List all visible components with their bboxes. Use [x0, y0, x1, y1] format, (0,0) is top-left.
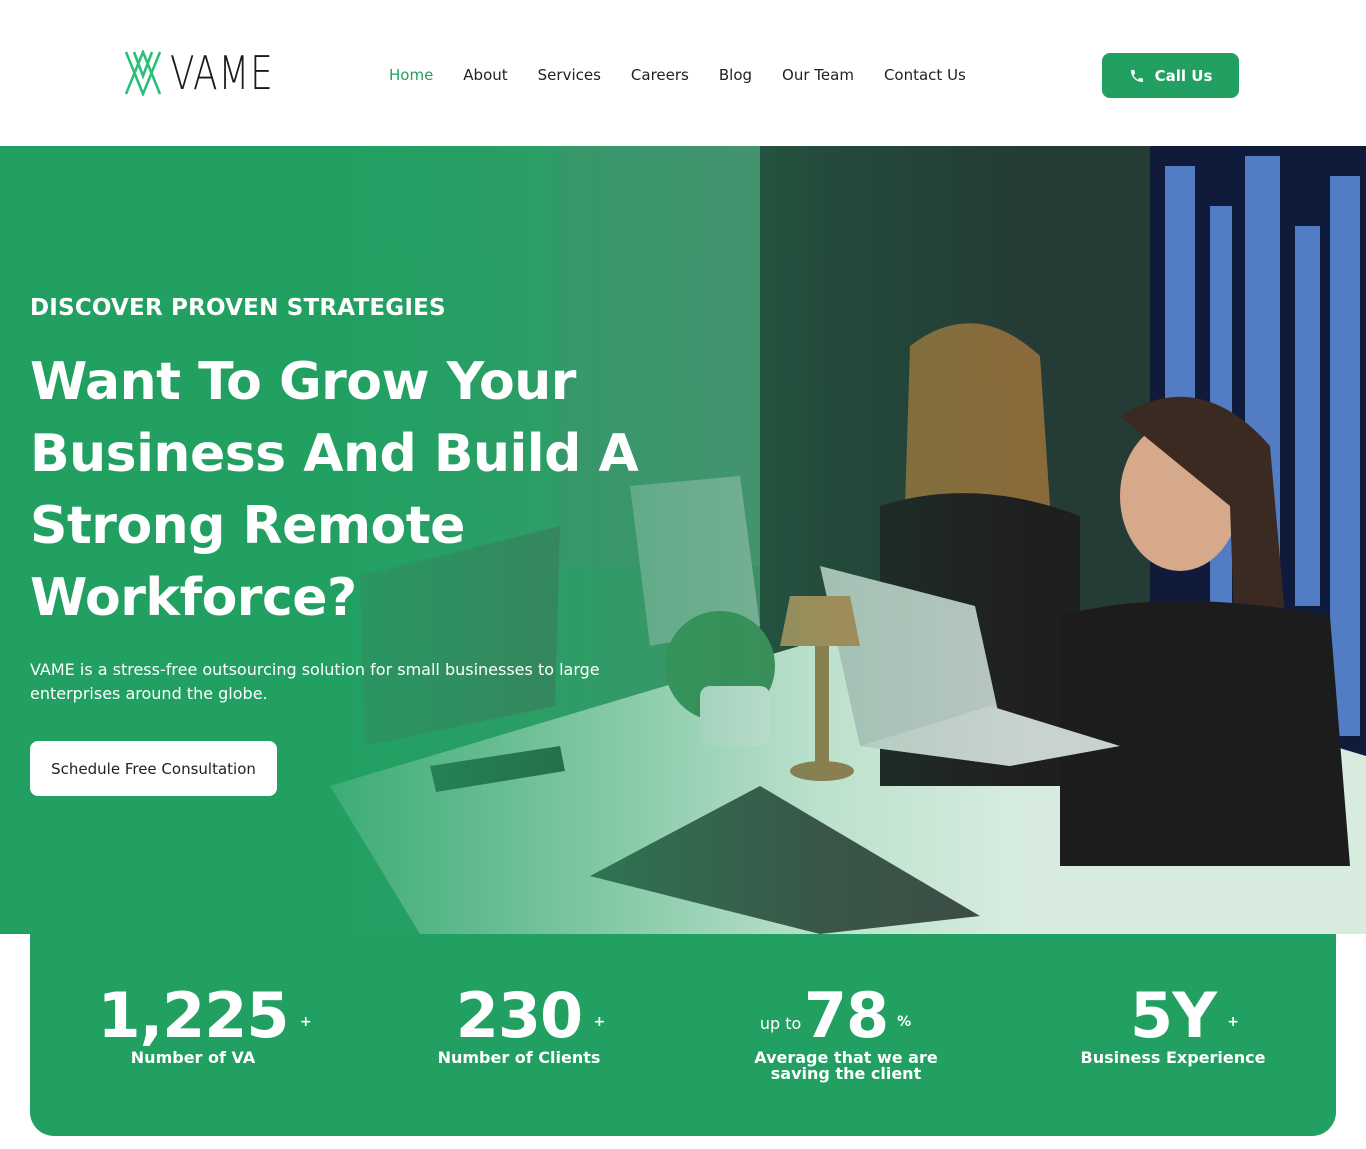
stat-value-number: 5Y	[1129, 979, 1217, 1052]
stat-value: 5Y +	[1129, 979, 1239, 1052]
site-header: VAME Home About Services Careers Blog Ou…	[0, 0, 1366, 146]
nav-home[interactable]: Home	[389, 64, 433, 86]
stat-suffix: +	[593, 1014, 605, 1030]
stat-suffix: +	[1227, 1014, 1239, 1030]
stat-label: Number of VA	[130, 1048, 256, 1067]
stat-label: Business Experience	[1080, 1048, 1266, 1067]
nav-our-team[interactable]: Our Team	[782, 64, 854, 86]
nav-blog[interactable]: Blog	[719, 64, 752, 86]
nav-services[interactable]: Services	[538, 64, 601, 86]
hero-description: VAME is a stress-free outsourcing soluti…	[30, 660, 600, 703]
nav-about[interactable]: About	[463, 64, 507, 86]
hero-eyebrow: DISCOVER PROVEN STRATEGIES	[30, 295, 446, 321]
stat-value-number: 230	[455, 979, 583, 1052]
stat-value: 230 +	[455, 979, 605, 1052]
vame-logo-mark-icon	[124, 50, 162, 96]
stat-value: 1,225 +	[97, 979, 311, 1052]
stat-label: Number of Clients	[437, 1048, 601, 1067]
phone-icon	[1130, 69, 1143, 82]
stat-business-experience: 5Y + Business Experience	[1023, 982, 1323, 1066]
stat-suffix: +	[299, 1014, 312, 1030]
main-nav: Home About Services Careers Blog Our Tea…	[389, 64, 966, 86]
hero-section: DISCOVER PROVEN STRATEGIES Want To Grow …	[0, 146, 1366, 934]
stat-number-of-va: 1,225 + Number of VA	[43, 982, 343, 1066]
call-us-button[interactable]: Call Us	[1102, 53, 1239, 98]
stat-saving: up to 78 % Average that we are saving th…	[696, 982, 996, 1082]
stat-prefix: up to	[759, 1014, 802, 1033]
stats-bar: 1,225 + Number of VA 230 + Number of Cli…	[30, 934, 1336, 1136]
stat-value: up to 78 %	[760, 979, 911, 1052]
hero-title: Want To Grow Your Business And Build A S…	[30, 352, 639, 628]
stat-suffix: %	[897, 1014, 911, 1030]
nav-contact-us[interactable]: Contact Us	[884, 64, 966, 86]
stat-number-of-clients: 230 + Number of Clients	[369, 982, 669, 1066]
brand-name: VAME	[170, 46, 274, 100]
schedule-consultation-button[interactable]: Schedule Free Consultation	[30, 741, 277, 796]
brand-logo[interactable]: VAME	[124, 50, 303, 96]
call-us-label: Call Us	[1154, 66, 1213, 85]
stat-value-number: 78	[803, 979, 889, 1052]
hero-content: DISCOVER PROVEN STRATEGIES Want To Grow …	[30, 294, 650, 796]
nav-careers[interactable]: Careers	[631, 64, 689, 86]
stat-value-number: 1,225	[97, 979, 289, 1052]
